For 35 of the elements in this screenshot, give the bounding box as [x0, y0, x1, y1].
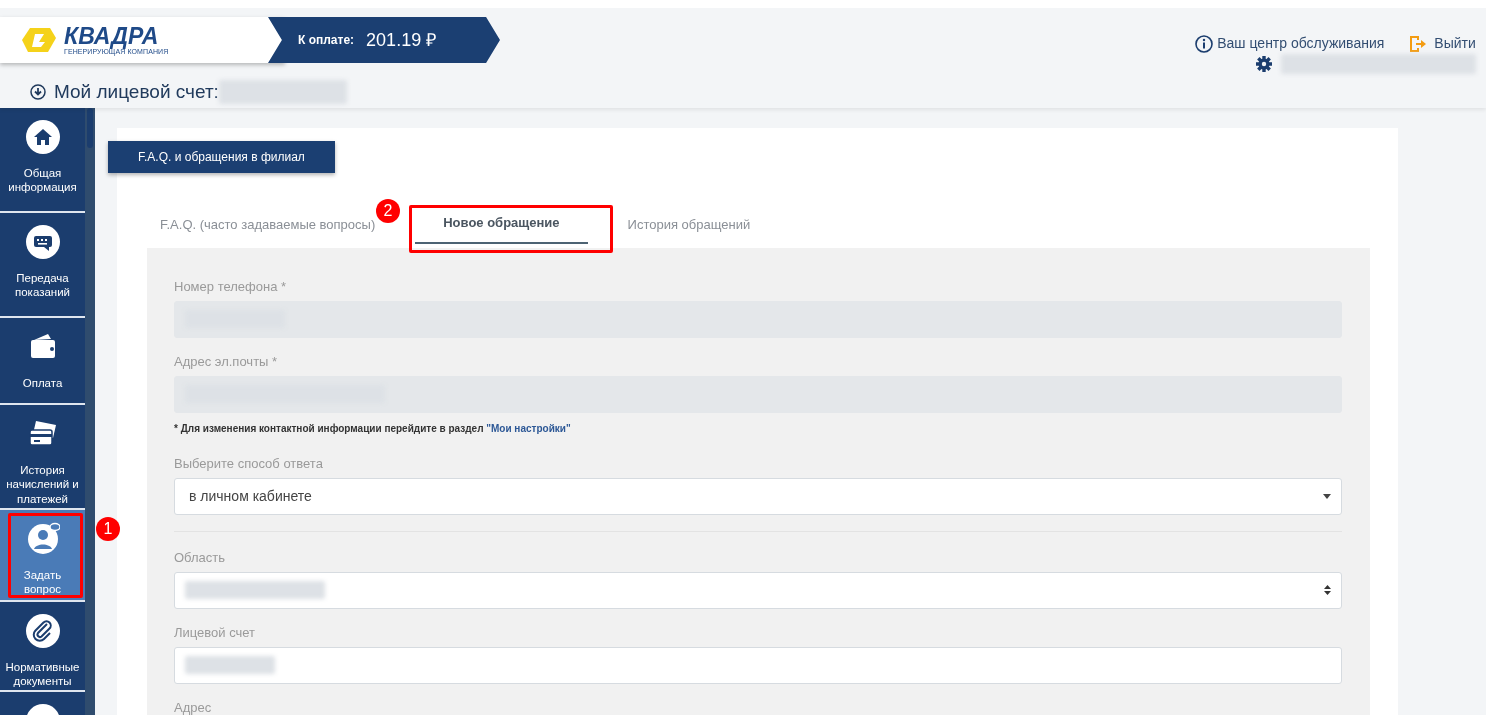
scrollbar-thumb[interactable]	[87, 108, 93, 148]
input-field[interactable]	[174, 646, 1342, 684]
info-icon	[1195, 34, 1214, 53]
tab[interactable]: Новое обращение	[415, 213, 588, 244]
logo-text: КВАДРА	[64, 25, 160, 48]
field-label: Лицевой счет	[174, 624, 257, 641]
service-center-link[interactable]: Ваш центр обслуживания	[1195, 33, 1385, 54]
select-field[interactable]	[174, 571, 1342, 609]
field-label: Адрес	[174, 699, 213, 715]
sidebar-item[interactable]: Передача показаний	[0, 213, 85, 318]
logout-link[interactable]: Выйти	[1408, 33, 1476, 54]
logo-icon	[22, 26, 56, 54]
sort-arrows-icon	[1324, 585, 1331, 595]
home-icon	[25, 120, 60, 154]
field-label: Выберите способ ответа	[174, 455, 324, 472]
annotation-badge: 1	[96, 517, 120, 541]
section-title-button[interactable]: F.A.Q. и обращения в филиал	[108, 141, 335, 173]
download-icon	[30, 84, 46, 101]
person-speech-icon	[25, 522, 60, 556]
sidebar-item[interactable]: Общая информация	[0, 108, 85, 213]
field-label: Область	[174, 549, 227, 566]
settings-icon[interactable]	[1255, 55, 1273, 73]
payment-amount: 201.19 ₽	[366, 28, 437, 52]
meter-reading-icon	[25, 225, 60, 259]
paperclip-icon	[25, 614, 60, 648]
caret-down-icon	[1323, 493, 1331, 499]
sidebar-item[interactable]: Нормативные документы	[0, 602, 85, 692]
field-label: Адрес эл.почты *	[174, 353, 279, 370]
account-label: Мой лицевой счет:	[54, 80, 219, 104]
field-label: Номер телефона *	[174, 278, 288, 295]
contact-info-note: * Для изменения контактной информации перейдите в раздел "Мои настройки"	[174, 421, 572, 436]
payment-label: К оплате:	[298, 32, 355, 49]
select-field[interactable]: в личном кабинете	[174, 477, 1342, 515]
logout-icon	[1408, 33, 1427, 54]
sidebar-item[interactable]: Оплата	[0, 318, 85, 405]
